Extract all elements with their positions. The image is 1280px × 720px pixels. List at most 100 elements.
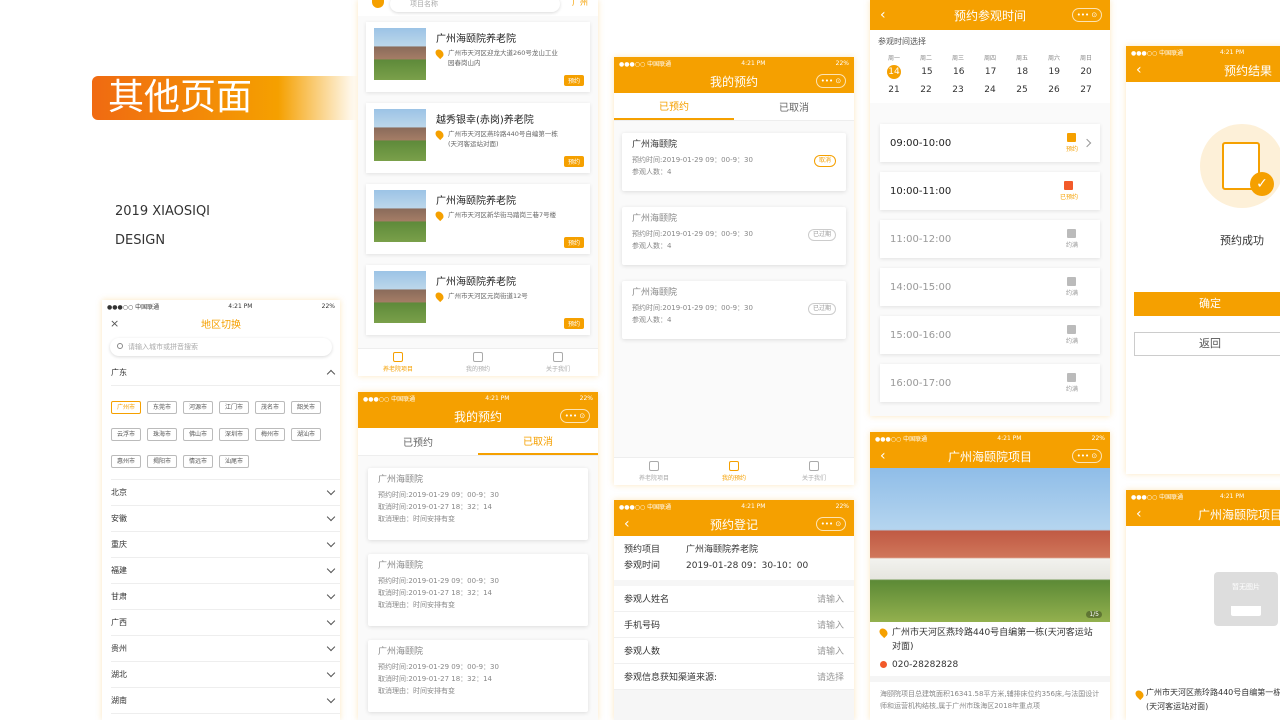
city-chip[interactable]: 河源市 (183, 401, 213, 414)
province-item[interactable]: 福建 (111, 558, 340, 584)
calendar-day[interactable]: 19 (1038, 65, 1070, 79)
book-button[interactable]: 预约 (563, 318, 584, 329)
calendar-day[interactable]: 18 (1006, 65, 1038, 79)
calendar-day[interactable]: 24 (974, 83, 1006, 97)
calendar-day[interactable]: 16 (943, 65, 975, 79)
city-search-input[interactable]: 请输入城市或拼音搜索 (110, 338, 332, 356)
project-card[interactable]: 广州海颐院养老院 广州市天河区迎龙大道260号龙山工业园春岗山内 预约 (366, 22, 590, 92)
province-item[interactable]: 湖南 (111, 688, 340, 714)
calendar-day[interactable]: 14 (887, 65, 901, 79)
book-button[interactable]: 预约 (563, 237, 584, 248)
city-chip[interactable]: 情远市 (183, 455, 213, 468)
province-item[interactable]: 安徽 (111, 506, 340, 532)
calendar-day[interactable]: 15 (911, 65, 943, 79)
tab-projects[interactable]: 养老院项目 (358, 349, 438, 376)
city-chip[interactable]: 江门市 (219, 401, 249, 414)
project-card[interactable]: 越秀银幸(赤岗)养老院 广州市天河区燕玲路440号自编第一栋(天河客运站对面) 预约 (366, 103, 590, 173)
slot-status: 预约 (1066, 133, 1078, 153)
menu-pill[interactable]: ••• ⊙ (816, 74, 846, 88)
book-button[interactable]: 预约 (563, 75, 584, 86)
back-icon[interactable]: ‹ (880, 448, 886, 464)
province-item[interactable]: 贵州 (111, 636, 340, 662)
city-chip[interactable]: 韶关市 (291, 401, 321, 414)
back-icon[interactable]: ‹ (880, 7, 886, 23)
city-chip[interactable]: 汕尾市 (219, 455, 249, 468)
booking-card[interactable]: 广州海颐院 预约时间:2019-01-29 09：00-9：30 参观人数：4 已过期 (622, 207, 846, 265)
phone-number[interactable]: 020-28282828 (892, 660, 958, 670)
city-chip[interactable]: 揭阳市 (147, 455, 177, 468)
slot-status: 约满 (1066, 229, 1078, 249)
tab-booked[interactable]: 已预约 (358, 428, 478, 455)
tab-cancelled[interactable]: 已取消 (734, 93, 854, 120)
calendar-day[interactable]: 26 (1038, 83, 1070, 97)
project-search-input[interactable]: 项目名称 (390, 0, 560, 12)
back-icon[interactable]: ‹ (1136, 506, 1142, 522)
city-chip[interactable]: 茂名市 (255, 401, 285, 414)
calendar-day[interactable]: 25 (1006, 83, 1038, 97)
province-guangdong[interactable]: 广东 (111, 360, 340, 386)
city-chip[interactable]: 广州市 (111, 401, 141, 414)
form-field[interactable]: 参观信息获知渠道来源: 请选择 (614, 664, 854, 690)
time-slot[interactable]: 15:00-16:00 约满 (880, 316, 1100, 354)
calendar-day[interactable]: 21 (878, 83, 910, 97)
city-chip[interactable]: 梅州市 (255, 428, 285, 441)
weekday-label: 周五 (1015, 55, 1028, 62)
calendar-day[interactable]: 22 (910, 83, 942, 97)
menu-pill[interactable]: ••• ⊙ (1072, 8, 1102, 22)
province-item[interactable]: 湖北 (111, 662, 340, 688)
cancel-button[interactable]: 取消 (813, 155, 836, 167)
slot-status-label: 约满 (1065, 242, 1078, 249)
time-slot[interactable]: 10:00-11:00 已预约 (880, 172, 1100, 210)
calendar-day[interactable]: 27 (1070, 83, 1102, 97)
province-label: 湖北 (111, 670, 127, 679)
field-label: 参观信息获知渠道来源: (624, 673, 718, 683)
city-chip[interactable]: 佛山市 (183, 428, 213, 441)
tab-my-bookings[interactable]: 我的预约 (438, 349, 518, 376)
form-field[interactable]: 参观人数 请输入 (614, 638, 854, 664)
hero-photo[interactable]: 1/5 (870, 468, 1110, 622)
menu-pill[interactable]: ••• ⊙ (816, 517, 846, 531)
city-chip[interactable]: 深圳市 (219, 428, 249, 441)
cancelled-card[interactable]: 广州海颐院 预约时间:2019-01-29 09：00-9：30 取消时间:2019… (368, 554, 588, 626)
cancelled-card[interactable]: 广州海颐院 预约时间:2019-01-29 09：00-9：30 取消时间:2019… (368, 468, 588, 540)
project-card[interactable]: 广州海颐院养老院 广州市天河区元岗街道12号 预约 (366, 265, 590, 335)
time-slot[interactable]: 11:00-12:00 约满 (880, 220, 1100, 258)
tab-booked[interactable]: 已预约 (614, 93, 734, 120)
menu-pill[interactable]: ••• ⊙ (560, 409, 590, 423)
calendar-icon (1067, 133, 1077, 142)
city-chip[interactable]: 湖汕市 (291, 428, 321, 441)
city-chip[interactable]: 珠海市 (147, 428, 177, 441)
form-field[interactable]: 手机号码 请输入 (614, 612, 854, 638)
booking-card[interactable]: 广州海颐院 预约时间:2019-01-29 09：00-9：30 参观人数：4 取消 (622, 133, 846, 191)
province-item[interactable]: 广西 (111, 610, 340, 636)
confirm-button[interactable]: 确定 (1134, 292, 1280, 316)
project-card[interactable]: 广州海颐院养老院 广州市天河区新华街马踏岗三巷7号楼 预约 (366, 184, 590, 254)
tab-about[interactable]: 关于我们 (774, 458, 854, 485)
form-field[interactable]: 参观人姓名 请输入 (614, 586, 854, 612)
booking-card[interactable]: 广州海颐院 预约时间:2019-01-29 09：00-9：30 参观人数：4 已过期 (622, 281, 846, 339)
province-item[interactable]: 北京 (111, 480, 340, 506)
tab-about[interactable]: 关于我们 (518, 349, 598, 376)
time-slot[interactable]: 09:00-10:00 预约 (880, 124, 1100, 162)
tab-projects[interactable]: 养老院项目 (614, 458, 694, 485)
back-icon[interactable]: ‹ (1136, 62, 1142, 78)
province-item[interactable]: 重庆 (111, 532, 340, 558)
cancelled-card[interactable]: 广州海颐院 预约时间:2019-01-29 09：00-9：30 取消时间:2019… (368, 640, 588, 712)
province-item[interactable]: 甘肃 (111, 584, 340, 610)
tab-cancelled[interactable]: 已取消 (478, 428, 598, 455)
city-chip[interactable]: 东莞市 (147, 401, 177, 414)
book-button[interactable]: 预约 (563, 156, 584, 167)
city-chip[interactable]: 惠州市 (111, 455, 141, 468)
tab-my-bookings[interactable]: 我的预约 (694, 458, 774, 485)
back-icon[interactable]: ‹ (624, 516, 630, 532)
calendar-day[interactable]: 23 (942, 83, 974, 97)
close-icon[interactable]: × (110, 317, 119, 330)
menu-pill[interactable]: ••• ⊙ (1072, 449, 1102, 463)
time-slot[interactable]: 14:00-15:00 约满 (880, 268, 1100, 306)
city-chip[interactable]: 云浮市 (111, 428, 141, 441)
back-button[interactable]: 返回 (1134, 332, 1280, 356)
calendar-day[interactable]: 17 (975, 65, 1007, 79)
time-slot[interactable]: 16:00-17:00 约满 (880, 364, 1100, 402)
location-selector[interactable]: 广州 (572, 0, 588, 8)
calendar-day[interactable]: 20 (1070, 65, 1102, 79)
